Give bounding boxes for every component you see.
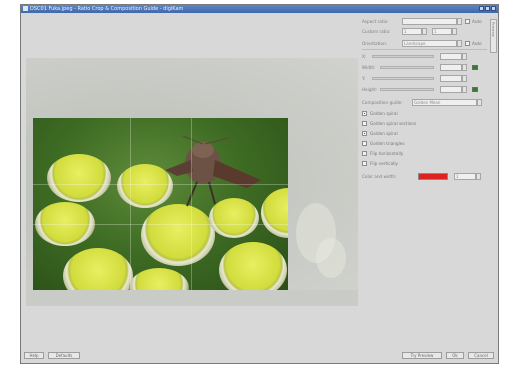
x-label: X: xyxy=(362,54,367,59)
ratio-b-spin[interactable] xyxy=(452,28,457,35)
orientation-label: Orientation: xyxy=(362,41,388,46)
option-label: Golden spiral xyxy=(370,131,398,136)
chevron-down-icon[interactable] xyxy=(477,99,482,106)
height-row: Height: xyxy=(362,86,487,93)
option-row: Golden spiral sections xyxy=(362,120,487,127)
width-spin[interactable] xyxy=(462,64,467,71)
composition-guide-line xyxy=(33,224,288,225)
option-row: Golden triangles xyxy=(362,140,487,147)
flower xyxy=(47,154,111,202)
y-slider[interactable] xyxy=(372,77,434,80)
chevron-down-icon[interactable] xyxy=(457,18,462,25)
center-width-button[interactable] xyxy=(472,65,478,70)
option-label: Golden triangles xyxy=(370,141,405,146)
option-label: Flip vertically xyxy=(370,161,398,166)
width-row: Width: xyxy=(362,64,487,71)
ratio-a-spin[interactable] xyxy=(422,28,427,35)
width-label: Width: xyxy=(362,65,376,70)
guide-label: Composition guide: xyxy=(362,100,403,105)
guide-width-spin[interactable] xyxy=(476,173,481,180)
height-label: Height: xyxy=(362,87,378,92)
x-input[interactable] xyxy=(440,53,462,60)
custom-ratio-row: Custom ratio: 1 1 xyxy=(362,28,487,35)
x-slider[interactable] xyxy=(372,55,434,58)
auto-checkbox[interactable] xyxy=(465,19,470,24)
guide-width-input[interactable]: 1 xyxy=(454,173,476,180)
y-spin[interactable] xyxy=(462,75,467,82)
ratio-b-input[interactable]: 1 xyxy=(432,28,452,35)
ok-button[interactable]: Ok xyxy=(446,352,464,359)
guide-select[interactable]: Golden Mean xyxy=(412,99,477,106)
maximize-icon[interactable] xyxy=(485,6,490,11)
option-checkbox-2[interactable] xyxy=(362,131,367,136)
crop-selection[interactable] xyxy=(33,118,288,290)
option-row: Golden spiral xyxy=(362,130,487,137)
guide-color-button[interactable] xyxy=(418,173,448,180)
chevron-down-icon[interactable] xyxy=(457,40,462,47)
color-width-row: Color and width: 1 xyxy=(362,173,487,180)
minimize-icon[interactable] xyxy=(479,6,484,11)
composition-guide-line xyxy=(33,184,288,185)
help-button[interactable]: Help xyxy=(24,352,44,359)
flower xyxy=(129,268,189,290)
option-row: Flip horizontally xyxy=(362,150,487,157)
center-height-button[interactable] xyxy=(472,87,478,92)
aspect-ratio-row: Aspect ratio: Auto xyxy=(362,18,487,25)
custom-ratio-label: Custom ratio: xyxy=(362,29,391,34)
height-input[interactable] xyxy=(440,86,462,93)
bottom-strip xyxy=(26,290,358,306)
title-bar: DSC01 Fuka.jpeg - Ratio Crop & Compositi… xyxy=(21,5,498,13)
auto-label: Auto xyxy=(472,19,482,24)
option-label: Flip horizontally xyxy=(370,151,404,156)
guide-type-row: Composition guide: Golden Mean xyxy=(362,99,487,106)
defaults-button[interactable]: Defaults xyxy=(48,352,80,359)
option-label: Golden spiral xyxy=(370,111,398,116)
window-title: DSC01 Fuka.jpeg - Ratio Crop & Compositi… xyxy=(30,6,184,12)
window-controls xyxy=(478,6,496,13)
auto-orientation-label: Auto xyxy=(472,41,482,46)
auto-orientation-checkbox[interactable] xyxy=(465,41,470,46)
composition-guide-line xyxy=(130,118,131,290)
x-spin[interactable] xyxy=(462,53,467,60)
option-checkbox-0[interactable] xyxy=(362,111,367,116)
orientation-select[interactable]: Landscape xyxy=(402,40,457,47)
moth xyxy=(165,136,261,207)
option-checkbox-4[interactable] xyxy=(362,151,367,156)
try-button[interactable]: Try Preview xyxy=(402,352,442,359)
option-checkbox-5[interactable] xyxy=(362,161,367,166)
color-label: Color and width: xyxy=(362,174,397,179)
height-spin[interactable] xyxy=(462,86,467,93)
height-slider[interactable] xyxy=(380,88,434,91)
flower xyxy=(219,242,287,290)
app-icon xyxy=(23,6,28,11)
blurred-flower xyxy=(316,238,346,278)
flower xyxy=(63,248,133,290)
x-row: X: xyxy=(362,53,487,60)
preview-tab-label: Preview xyxy=(491,22,496,37)
y-label: Y: xyxy=(362,76,366,81)
width-slider[interactable] xyxy=(380,66,434,69)
ratio-a-input[interactable]: 1 xyxy=(402,28,422,35)
orientation-row: Orientation: Landscape Auto xyxy=(362,40,487,47)
option-label: Golden spiral sections xyxy=(370,121,417,126)
divider xyxy=(362,49,487,50)
option-checkbox-1[interactable] xyxy=(362,121,367,126)
option-row: Flip vertically xyxy=(362,160,487,167)
aspect-ratio-select[interactable] xyxy=(402,18,457,25)
aspect-ratio-label: Aspect ratio: xyxy=(362,19,389,24)
y-row: Y: xyxy=(362,75,487,82)
option-row: Golden spiral xyxy=(362,110,487,117)
option-checkbox-3[interactable] xyxy=(362,141,367,146)
y-input[interactable] xyxy=(440,75,462,82)
image-preview[interactable] xyxy=(26,58,358,306)
composition-guide-line xyxy=(191,118,192,290)
width-input[interactable] xyxy=(440,64,462,71)
preview-side-tab[interactable]: Preview xyxy=(490,19,497,53)
main-window: DSC01 Fuka.jpeg - Ratio Crop & Compositi… xyxy=(20,4,499,364)
cancel-button[interactable]: Cancel xyxy=(468,352,494,359)
close-icon[interactable] xyxy=(491,6,496,11)
